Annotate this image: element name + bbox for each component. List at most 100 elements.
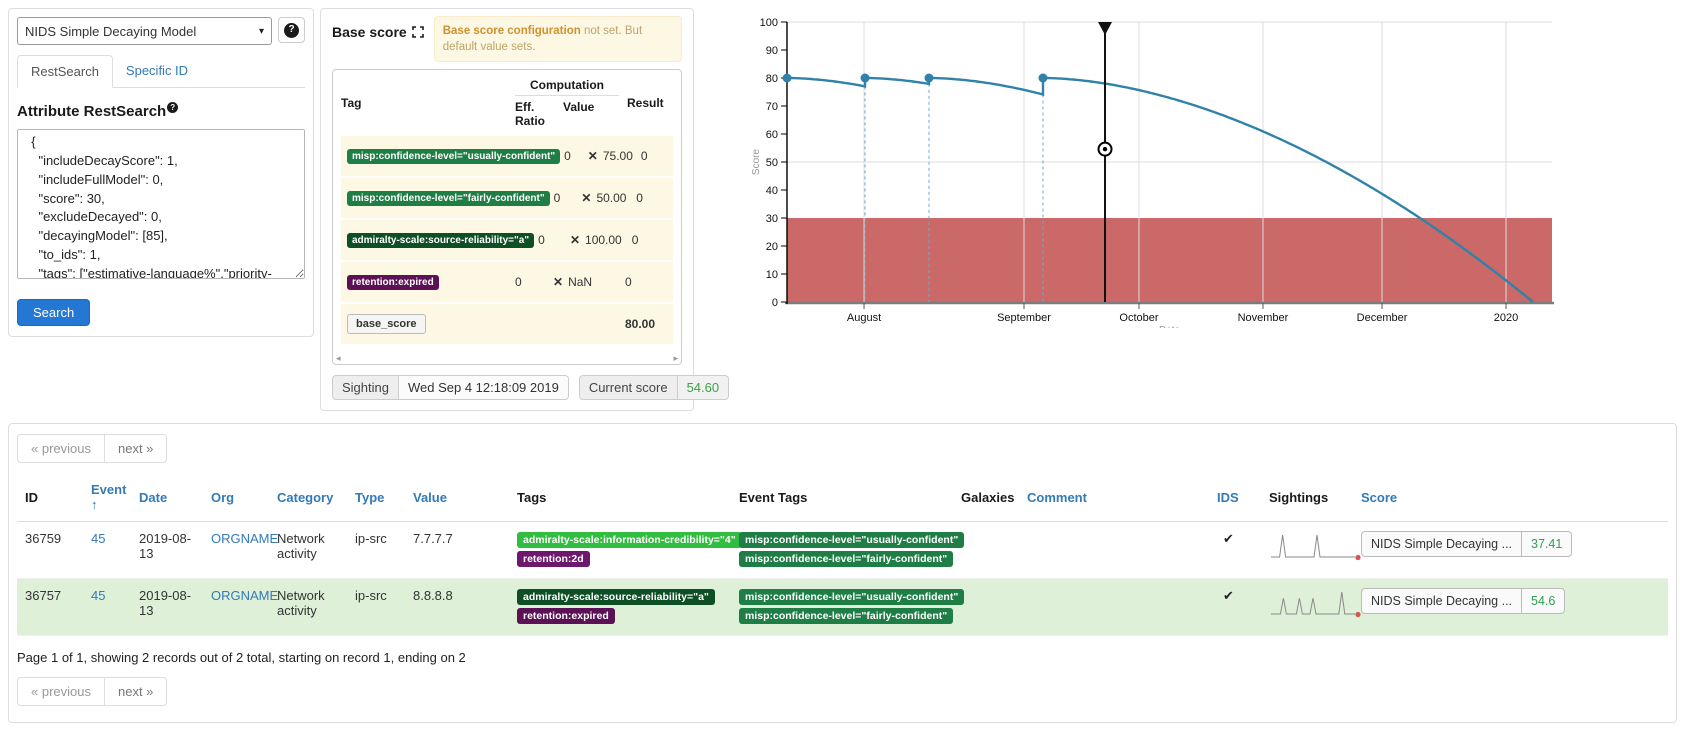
score-box[interactable]: NIDS Simple Decaying ...37.41 <box>1361 531 1572 557</box>
chevron-down-icon: ▾ <box>259 26 264 37</box>
score-model-name[interactable]: NIDS Simple Decaying ... <box>1362 532 1522 556</box>
multiply-icon: ✕ <box>570 233 580 247</box>
base-score-row: misp:confidence-level="usually-confident… <box>341 134 673 176</box>
column-header-event-tags: Event Tags <box>731 473 953 522</box>
sighting-point[interactable] <box>1038 74 1047 83</box>
previous-page-button[interactable]: « previous <box>17 434 105 463</box>
y-tick-label: 100 <box>760 17 778 29</box>
tag-badge[interactable]: retention:2d <box>517 551 590 567</box>
col-computation: Computation <box>515 78 619 96</box>
column-header-score[interactable]: Score <box>1353 473 1668 522</box>
cell-ids: ✔ <box>1209 579 1261 636</box>
cell-score: NIDS Simple Decaying ...54.6 <box>1353 579 1668 636</box>
computation-value: ✕50.00 <box>581 191 628 205</box>
tag-badge[interactable]: admiralty-scale:information-credibility=… <box>517 532 742 548</box>
event-tag-badge[interactable]: misp:confidence-level="usually-confident… <box>739 532 964 548</box>
model-select[interactable]: NIDS Simple Decaying Model ▾ <box>17 17 272 45</box>
cell-event: 45 <box>83 579 131 636</box>
sighting-point[interactable] <box>783 74 792 83</box>
search-button[interactable]: Search <box>17 299 90 326</box>
cell-value: 8.8.8.8 <box>405 579 509 636</box>
check-icon: ✔ <box>1217 531 1234 546</box>
event-tag-badge[interactable]: misp:confidence-level="fairly-confident" <box>739 551 953 567</box>
tag-badge[interactable]: admiralty-scale:source-reliability="a" <box>347 233 534 248</box>
decay-chart-area: 0102030405060708090100AugustSeptemberOct… <box>702 8 1562 333</box>
results-panel: « previous next » IDEvent ↑DateOrgCatego… <box>8 423 1677 723</box>
tag-badge[interactable]: misp:confidence-level="fairly-confident" <box>347 191 550 206</box>
tab-specific-id[interactable]: Specific ID <box>113 55 201 87</box>
y-axis-title: Score <box>751 149 762 176</box>
sighting-point[interactable] <box>861 74 870 83</box>
next-page-button[interactable]: next » <box>104 434 167 463</box>
current-score-value: 54.60 <box>678 375 730 400</box>
event-link[interactable]: 45 <box>91 531 105 546</box>
cursor-score-dot <box>1103 147 1107 151</box>
next-page-button[interactable]: next » <box>104 677 167 706</box>
column-header-date[interactable]: Date <box>131 473 203 522</box>
decay-chart: 0102030405060708090100AugustSeptemberOct… <box>702 8 1562 328</box>
y-tick-label: 50 <box>766 157 778 169</box>
cell-tags: admiralty-scale:information-credibility=… <box>509 522 731 579</box>
y-tick-label: 30 <box>766 213 778 225</box>
scroll-right-icon[interactable]: ▸ <box>673 353 678 364</box>
restsearch-query-input[interactable]: { "includeDecayScore": 1, "includeFullMo… <box>17 129 305 279</box>
col-result: Result <box>619 96 673 110</box>
tag-badge[interactable]: admiralty-scale:source-reliability="a" <box>517 589 715 605</box>
computation-value: ✕NaN <box>553 275 617 289</box>
col-eff-ratio: Eff. Ratio <box>515 100 557 128</box>
cell-id: 36757 <box>17 579 83 636</box>
results-summary: Page 1 of 1, showing 2 records out of 2 … <box>17 650 1668 665</box>
computation-value: ✕100.00 <box>570 233 624 247</box>
event-tag-badge[interactable]: misp:confidence-level="usually-confident… <box>739 589 964 605</box>
cell-type: ip-src <box>347 522 405 579</box>
warning-bold: Base score configuration <box>443 25 581 37</box>
base-score-warning: Base score configuration not set. But de… <box>434 16 682 62</box>
y-tick-label: 0 <box>772 297 778 309</box>
x-tick-label: November <box>1238 312 1289 324</box>
cursor-handle-icon[interactable] <box>1098 22 1112 35</box>
sighting-point[interactable] <box>924 74 933 83</box>
cell-tags: admiralty-scale:source-reliability="a" re… <box>509 579 731 636</box>
score-model-name[interactable]: NIDS Simple Decaying ... <box>1362 589 1522 613</box>
fullscreen-icon[interactable] <box>412 26 424 38</box>
model-search-panel: NIDS Simple Decaying Model ▾ ? RestSearc… <box>8 8 314 337</box>
column-header-id: ID <box>17 473 83 522</box>
org-link[interactable]: ORGNAME <box>211 531 278 546</box>
event-tag-badge[interactable]: misp:confidence-level="fairly-confident" <box>739 608 953 624</box>
column-header-org[interactable]: Org <box>203 473 269 522</box>
cell-event-tags: misp:confidence-level="usually-confident… <box>731 522 953 579</box>
score-value: 37.41 <box>1522 532 1571 556</box>
column-header-type[interactable]: Type <box>347 473 405 522</box>
pagination-bottom: « previous next » <box>17 677 167 706</box>
cell-comment <box>1019 579 1209 636</box>
sightings-sparkline <box>1269 531 1364 561</box>
cell-galaxies <box>953 579 1019 636</box>
column-header-ids[interactable]: IDS <box>1209 473 1261 522</box>
column-header-event[interactable]: Event ↑ <box>83 473 131 522</box>
column-header-category[interactable]: Category <box>269 473 347 522</box>
current-score-label: Current score <box>579 375 678 400</box>
result-value: 0 <box>624 233 667 247</box>
cell-type: ip-src <box>347 579 405 636</box>
tag-badge[interactable]: misp:confidence-level="usually-confident… <box>347 149 560 164</box>
help-button[interactable]: ? <box>278 17 305 43</box>
help-icon: ? <box>167 102 178 113</box>
multiply-icon: ✕ <box>581 191 591 205</box>
sightings-sparkline <box>1269 588 1364 618</box>
table-row: 36759452019-08-13ORGNAMENetwork activity… <box>17 522 1668 579</box>
horizontal-scrollbar[interactable]: ◂ ▸ <box>333 352 681 364</box>
page: NIDS Simple Decaying Model ▾ ? RestSearc… <box>0 0 1685 731</box>
column-header-comment[interactable]: Comment <box>1019 473 1209 522</box>
cell-id: 36759 <box>17 522 83 579</box>
base-score-panel: Base score Base score configuration not … <box>320 8 694 411</box>
scroll-left-icon[interactable]: ◂ <box>336 353 341 364</box>
base-score-rows: misp:confidence-level="usually-confident… <box>341 134 673 344</box>
tag-badge[interactable]: retention:expired <box>517 608 615 624</box>
x-tick-label: December <box>1357 312 1408 324</box>
column-header-value[interactable]: Value <box>405 473 509 522</box>
tag-badge[interactable]: retention:expired <box>347 275 439 290</box>
cell-date: 2019-08-13 <box>131 579 203 636</box>
previous-page-button[interactable]: « previous <box>17 677 105 706</box>
tab-restsearch[interactable]: RestSearch <box>17 55 113 88</box>
score-box[interactable]: NIDS Simple Decaying ...54.6 <box>1361 588 1565 614</box>
